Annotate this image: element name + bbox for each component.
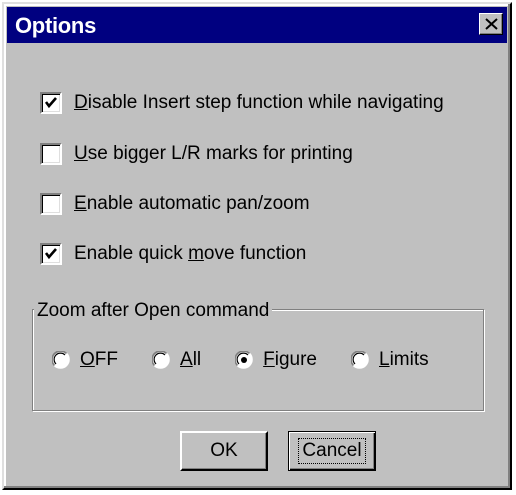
radio-label: Limits [379,349,429,370]
radio-button[interactable] [234,350,253,369]
dialog-title: Options [15,13,97,38]
radio-all[interactable]: All [151,349,202,371]
radio-button[interactable] [350,350,369,369]
option-label: Enable automatic pan/zoom [74,193,310,214]
radio-label: OFF [80,349,118,370]
checkmark-icon [44,248,57,260]
radio-off-icon [350,350,369,369]
option-label: Use bigger L/R marks for printing [74,143,353,164]
cancel-button-label: Cancel [298,438,366,464]
option-label: Enable quick move function [74,243,307,264]
radio-figure[interactable]: Figure [234,349,317,371]
zoom-radio-group: OFF All Figure Limits [51,346,429,374]
option-label: Disable Insert step function while navig… [74,92,444,113]
checkbox-disable-insert-step[interactable] [40,92,62,114]
radio-label: All [180,349,202,370]
option-disable-insert-step[interactable]: Disable Insert step function while navig… [40,88,444,118]
cancel-button[interactable]: Cancel [288,431,376,471]
radio-off[interactable]: OFF [51,349,118,371]
title-bar[interactable]: Options [7,7,507,43]
option-quick-move[interactable]: Enable quick move function [40,239,306,269]
checkbox-quick-move[interactable] [40,243,62,265]
zoom-group-title: Zoom after Open command [34,300,273,322]
ok-button[interactable]: OK [180,431,268,471]
checkbox-bigger-lr-marks[interactable] [40,143,62,165]
options-dialog: Options Disable Insert step function whi… [2,2,512,490]
radio-button[interactable] [151,350,170,369]
radio-label: Figure [263,349,317,370]
option-automatic-pan-zoom[interactable]: Enable automatic pan/zoom [40,189,310,219]
radio-button[interactable] [51,350,70,369]
radio-limits[interactable]: Limits [350,349,429,371]
radio-off-icon [151,350,170,369]
option-bigger-lr-marks[interactable]: Use bigger L/R marks for printing [40,139,353,169]
radio-off-icon [51,350,70,369]
checkmark-icon [44,97,57,109]
radio-on-icon [234,350,253,369]
close-x-icon [485,18,498,30]
close-button[interactable] [479,13,503,35]
checkbox-automatic-pan-zoom[interactable] [40,193,62,215]
